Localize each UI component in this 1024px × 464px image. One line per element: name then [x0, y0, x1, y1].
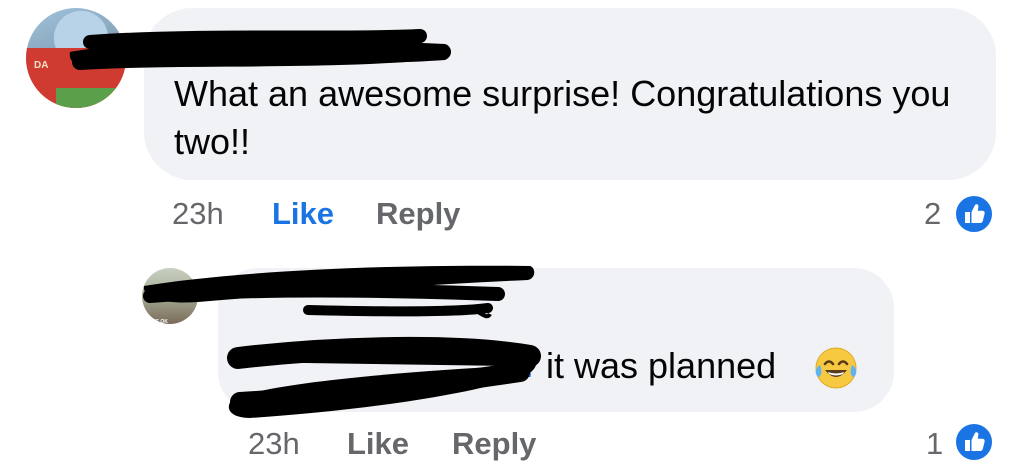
reply-text: it was planned [546, 345, 777, 386]
comment-timestamp[interactable]: 23h [172, 196, 224, 232]
avatar-photo-detail: DA [34, 60, 49, 71]
redacted-mention [227, 336, 541, 418]
reply-like-button[interactable]: Like [347, 426, 409, 462]
reply-reaction-count[interactable]: 1 [926, 426, 943, 462]
reply-timestamp[interactable]: 23h [248, 426, 300, 462]
reply-button[interactable]: Reply [376, 196, 460, 232]
comment-thread: DA What an awesome surprise! Congratulat… [0, 0, 1024, 464]
thumbs-up-icon[interactable] [954, 194, 994, 234]
redacted-reply-author-name [143, 265, 535, 319]
comment-text: What an awesome surprise! Congratulation… [174, 73, 951, 162]
like-button[interactable]: Like [272, 196, 334, 232]
thumbs-up-icon[interactable] [954, 422, 994, 462]
face-with-tears-of-joy-icon [815, 347, 857, 389]
reaction-count[interactable]: 2 [924, 196, 941, 232]
reply-reply-button[interactable]: Reply [452, 426, 536, 462]
avatar-photo-grass [56, 88, 126, 108]
